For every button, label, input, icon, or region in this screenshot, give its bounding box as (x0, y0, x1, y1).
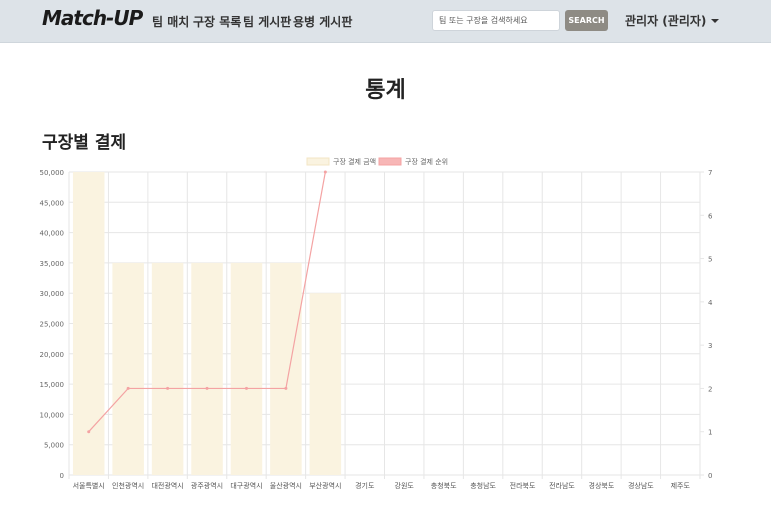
y-left-tick-label: 25,000 (40, 321, 65, 329)
x-tick-label: 전라남도 (549, 481, 575, 490)
x-tick-label: 부산광역시 (309, 481, 341, 490)
bar (230, 262, 263, 475)
y-left-tick-label: 40,000 (40, 230, 65, 238)
nav-link-team-match[interactable]: 팀 매치 (152, 13, 189, 30)
y-right-tick-label: 3 (708, 342, 712, 350)
x-tick-label: 서울특별시 (73, 481, 105, 490)
user-dropdown[interactable]: 관리자 (관리자) (625, 12, 720, 29)
nav-link-team-board[interactable]: 팀 게시판 (243, 13, 291, 30)
caret-down-icon (711, 19, 720, 23)
legend-label: 구장 결제 순위 (405, 157, 448, 166)
y-right-tick-label: 1 (708, 429, 712, 437)
y-left-tick-label: 35,000 (40, 260, 65, 268)
x-tick-label: 전라북도 (510, 481, 536, 490)
y-right-tick-label: 4 (708, 299, 713, 307)
user-name: 관리자 (관리자) (625, 14, 707, 28)
legend-swatch (378, 157, 402, 166)
legend-swatch (306, 157, 330, 166)
y-left-tick-label: 15,000 (40, 381, 65, 389)
bar (112, 262, 144, 475)
y-right-tick-label: 0 (708, 472, 712, 480)
page-title: 통계 (365, 78, 406, 103)
search-button[interactable]: SEARCH (565, 10, 608, 31)
y-left-tick-label: 30,000 (40, 290, 65, 298)
y-right-tick-label: 5 (708, 256, 712, 264)
y-left-tick-label: 20,000 (40, 351, 65, 359)
rank-point (166, 386, 170, 390)
bar (151, 262, 184, 475)
bar (72, 172, 105, 475)
rank-point (244, 386, 248, 390)
y-left-tick-label: 0 (60, 472, 64, 480)
x-tick-label: 충청남도 (470, 481, 496, 490)
legend-label: 구장 결제 금액 (333, 157, 376, 166)
nav-link-mercenary-board[interactable]: 용병 게시판 (293, 13, 352, 30)
y-right-tick-label: 6 (708, 212, 713, 220)
x-tick-label: 제주도 (671, 482, 691, 490)
bar (191, 262, 223, 475)
x-tick-label: 대구광역시 (230, 481, 262, 490)
rank-point (126, 386, 130, 390)
x-tick-label: 경상북도 (589, 481, 615, 490)
x-tick-label: 경상남도 (628, 481, 654, 490)
y-right-tick-label: 2 (708, 385, 712, 393)
x-tick-label: 광주광역시 (191, 481, 223, 490)
nav-link-field-list[interactable]: 구장 목록 (193, 13, 241, 30)
y-left-tick-label: 5,000 (44, 442, 64, 450)
x-tick-label: 울산광역시 (270, 481, 302, 490)
search-input[interactable] (432, 10, 560, 31)
x-tick-label: 대전광역시 (151, 481, 183, 490)
y-left-tick-label: 45,000 (40, 199, 65, 207)
brand-logo[interactable]: Match-UP (42, 6, 143, 30)
rank-point (87, 430, 91, 434)
y-left-tick-label: 50,000 (40, 169, 65, 177)
bar (309, 293, 342, 475)
x-tick-label: 충청북도 (431, 481, 457, 490)
x-tick-label: 인천광역시 (112, 481, 144, 490)
top-navbar: Match-UP 팀 매치 구장 목록 팀 게시판 용병 게시판 SEARCH … (0, 0, 771, 43)
bar (270, 262, 302, 475)
rank-point (284, 386, 288, 390)
x-tick-label: 강원도 (395, 481, 415, 490)
x-tick-label: 경기도 (355, 481, 375, 490)
y-right-tick-label: 7 (708, 169, 712, 177)
rank-point (323, 170, 327, 174)
y-left-tick-label: 10,000 (40, 411, 65, 419)
rank-point (205, 386, 209, 390)
payment-chart: 0 5,000 10,000 15,000 20,000 25,000 30,000 35,0… (40, 157, 714, 490)
